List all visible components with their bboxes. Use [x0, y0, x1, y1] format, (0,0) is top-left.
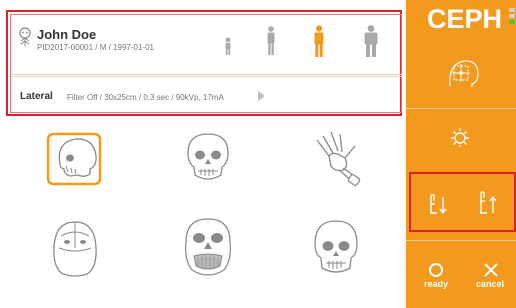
skull-pa-icon[interactable] [311, 218, 361, 280]
skull-frontal-icon[interactable] [183, 131, 233, 185]
cancel-button[interactable]: cancel [476, 279, 504, 289]
adult-figure-icon[interactable] [309, 24, 329, 58]
patient-avatar-icon [19, 27, 31, 46]
patient-details: PID2017-00001 / M / 1997-01-01 [37, 43, 154, 52]
status-leds-icon [509, 8, 515, 24]
skull-lateral-icon[interactable] [44, 128, 104, 188]
skull-top-icon[interactable] [49, 218, 101, 280]
panel-divider [12, 74, 402, 75]
large-adult-figure-icon[interactable] [360, 24, 382, 58]
exposure-params: Filter Off / 30x25cm / 0.3 sec / 90kVp, … [67, 93, 224, 102]
height-adjust-highlight [409, 172, 516, 232]
sidebar-divider [406, 108, 516, 109]
play-arrow-icon[interactable] [258, 91, 265, 101]
panel-divider-accent [12, 76, 402, 77]
sidebar-divider [406, 240, 516, 241]
move-down-icon[interactable] [428, 191, 448, 217]
ready-circle-icon[interactable] [428, 262, 444, 278]
sidebar [406, 0, 516, 308]
exposure-mode: Lateral [20, 91, 53, 102]
child-figure-icon[interactable] [220, 24, 236, 58]
main-panel: John Doe PID2017-00001 / M / 1997-01-01 … [0, 0, 406, 308]
positioning-guide-icon[interactable] [446, 56, 480, 90]
patient-name: John Doe [37, 27, 97, 42]
ready-button[interactable]: ready [424, 279, 448, 289]
light-icon[interactable] [449, 126, 471, 148]
move-up-icon[interactable] [478, 189, 498, 217]
cancel-x-icon[interactable] [483, 262, 499, 278]
small-adult-figure-icon[interactable] [262, 24, 280, 58]
mode-title: CEPH [427, 4, 503, 34]
hand-xray-icon[interactable] [309, 126, 367, 188]
skull-waters-icon[interactable] [180, 216, 236, 282]
